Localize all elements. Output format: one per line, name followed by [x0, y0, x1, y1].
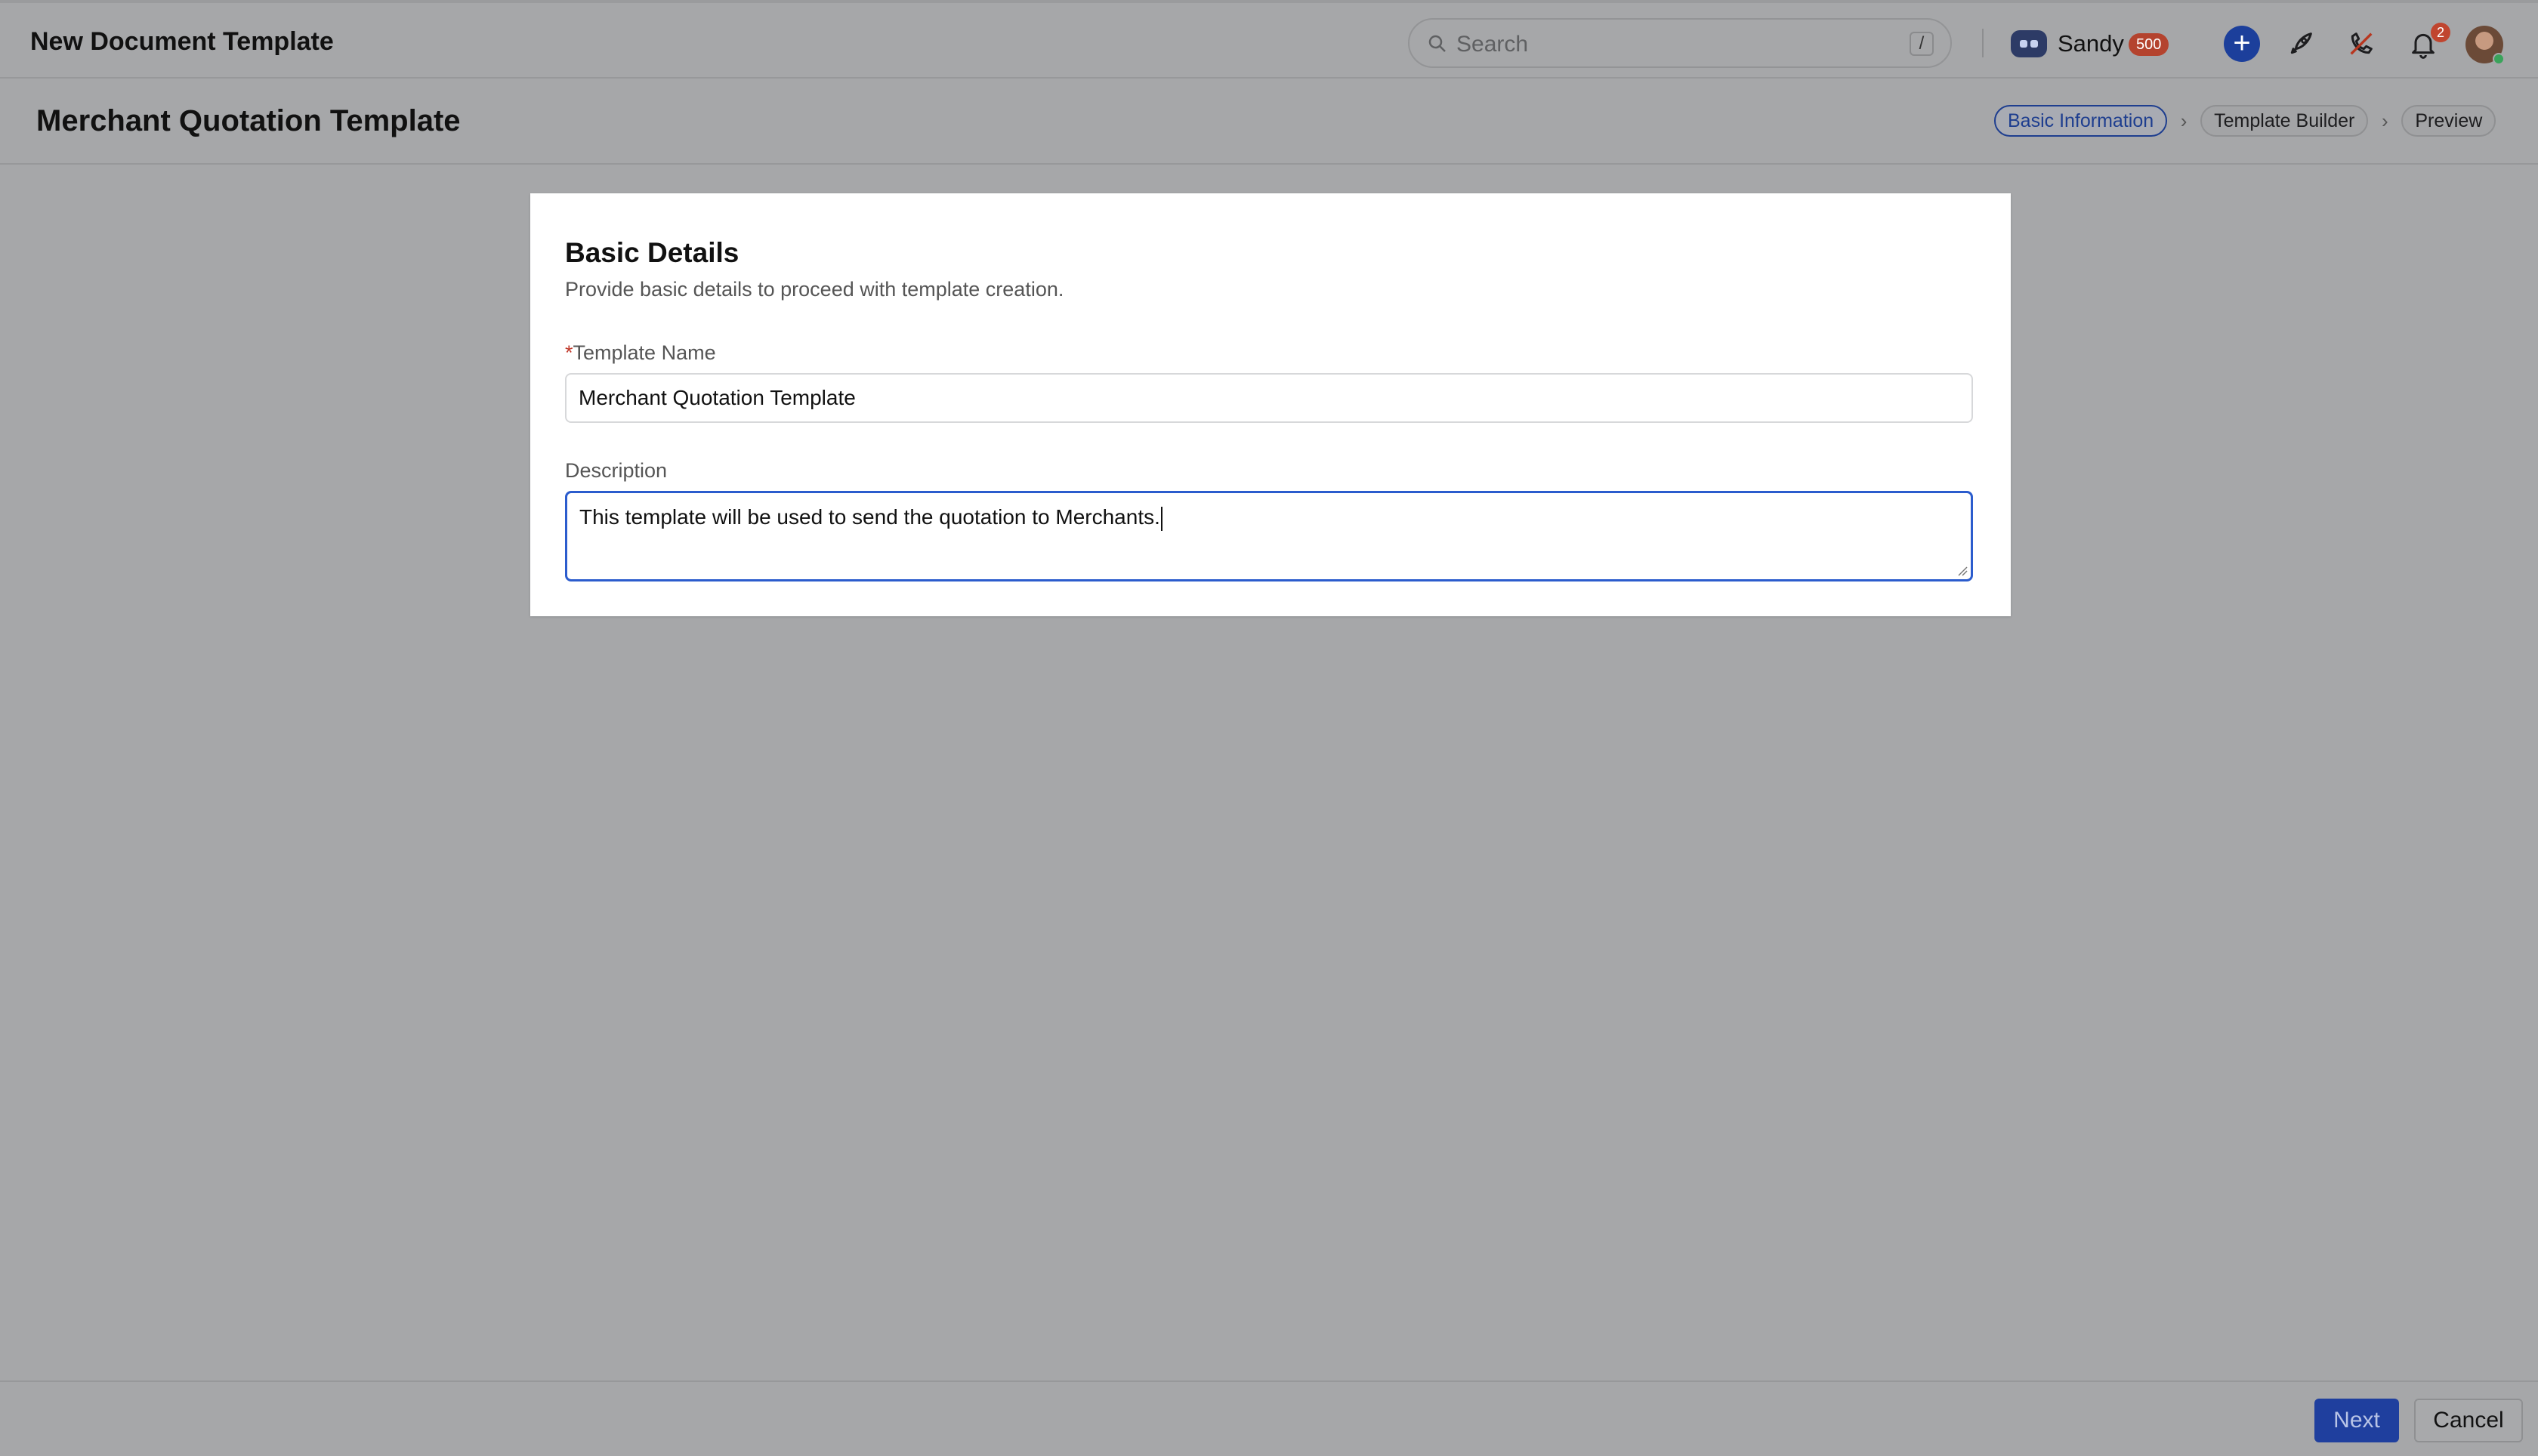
template-name-field[interactable]: Merchant Quotation Template	[565, 373, 1973, 423]
points-badge: 500	[2129, 33, 2169, 56]
divider	[1982, 29, 1984, 57]
description-text: This template will be used to send the q…	[579, 505, 1160, 529]
footer-bar: Next Cancel	[0, 1380, 2538, 1456]
step-template-builder[interactable]: Template Builder	[2200, 105, 2369, 137]
add-button[interactable]: +	[2224, 26, 2260, 62]
chevron-right-icon: ›	[2180, 109, 2188, 132]
cancel-button[interactable]: Cancel	[2414, 1399, 2523, 1442]
user-name[interactable]: Sandy	[2058, 30, 2124, 57]
search-icon	[1428, 35, 1446, 52]
resize-handle-icon[interactable]	[1956, 564, 1968, 576]
step-preview[interactable]: Preview	[2401, 105, 2496, 137]
text-caret	[1160, 506, 1162, 531]
search-shortcut-hint: /	[1910, 32, 1934, 56]
step-breadcrumb: Basic Information › Template Builder › P…	[1994, 104, 2496, 137]
basic-details-card: Basic Details Provide basic details to p…	[530, 193, 2011, 616]
description-label: Description	[565, 459, 668, 482]
description-field[interactable]: This template will be used to send the q…	[565, 491, 1973, 581]
chevron-right-icon: ›	[2382, 109, 2388, 132]
rocket-icon[interactable]	[2286, 29, 2316, 59]
assistant-bot-icon[interactable]	[2011, 30, 2047, 57]
avatar[interactable]	[2465, 26, 2505, 65]
page-title: Merchant Quotation Template	[36, 104, 461, 137]
search-input[interactable]: Search	[1456, 32, 1528, 57]
template-name-label: *Template Name	[565, 341, 716, 365]
next-button[interactable]: Next	[2314, 1399, 2399, 1442]
notification-count-badge: 2	[2431, 23, 2450, 42]
online-status-dot	[2493, 53, 2505, 65]
call-disabled-icon[interactable]	[2346, 29, 2376, 59]
page-header: Merchant Quotation Template Basic Inform…	[0, 79, 2538, 165]
card-subheading: Provide basic details to proceed with te…	[565, 278, 1064, 301]
step-basic-information[interactable]: Basic Information	[1994, 105, 2168, 137]
search-box[interactable]: Search /	[1408, 18, 1952, 68]
template-name-label-text: Template Name	[573, 341, 716, 364]
required-marker: *	[565, 341, 573, 364]
top-bar: New Document Template Search / Sandy 500…	[0, 0, 2538, 79]
app-title: New Document Template	[30, 27, 334, 56]
card-heading: Basic Details	[565, 237, 739, 268]
